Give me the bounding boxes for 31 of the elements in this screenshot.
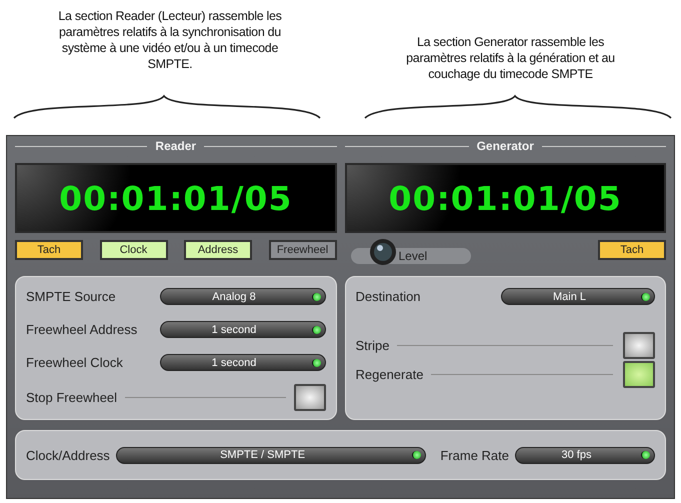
- setting-label: Stripe: [356, 338, 390, 353]
- toggle-button[interactable]: [623, 332, 655, 359]
- setting-label: Stop Freewheel: [26, 390, 118, 405]
- dropdown[interactable]: Analog 8: [160, 288, 326, 305]
- dropdown[interactable]: SMPTE / SMPTE: [116, 446, 426, 464]
- dropdown[interactable]: 1 second: [160, 354, 326, 371]
- setting-label: Clock/Address: [26, 448, 110, 462]
- setting-label: Freewheel Address: [26, 322, 138, 337]
- knob-label: Level: [398, 249, 428, 263]
- dropdown[interactable]: 1 second: [160, 321, 326, 338]
- setting-label: Freewheel Clock: [26, 355, 123, 370]
- knob-icon[interactable]: [368, 238, 396, 266]
- setting-label: Frame Rate: [440, 448, 509, 462]
- status-indicator: Address: [184, 240, 252, 260]
- section-title: Reader: [155, 139, 196, 153]
- dropdown[interactable]: 30 fps: [515, 446, 655, 464]
- caption: La section Generator rassemble les paramètres relatifs à la génération et au couchage du timecode SMPTE: [405, 34, 616, 83]
- setting-label: Regenerate: [356, 367, 424, 382]
- caption: La section Reader (Lecteur) rassemble les paramètres relatifs à la synchronisation du système à une vidéo et/ou à un timecode SMPTE.: [57, 8, 283, 73]
- dropdown[interactable]: Main L: [501, 288, 655, 305]
- status-indicator: Clock: [100, 240, 168, 260]
- timecode: 00:01:01/05: [59, 178, 292, 218]
- setting-label: SMPTE Source: [26, 289, 116, 304]
- toggle-button[interactable]: [294, 384, 326, 411]
- status-indicator: Tach: [15, 240, 83, 260]
- status-indicator: Tach: [598, 240, 666, 260]
- setting-label: Destination: [356, 289, 421, 304]
- section-title: Generator: [476, 139, 534, 153]
- toggle-button[interactable]: [623, 361, 655, 388]
- status-indicator: Freewheel: [268, 240, 336, 260]
- timecode: 00:01:01/05: [388, 178, 622, 218]
